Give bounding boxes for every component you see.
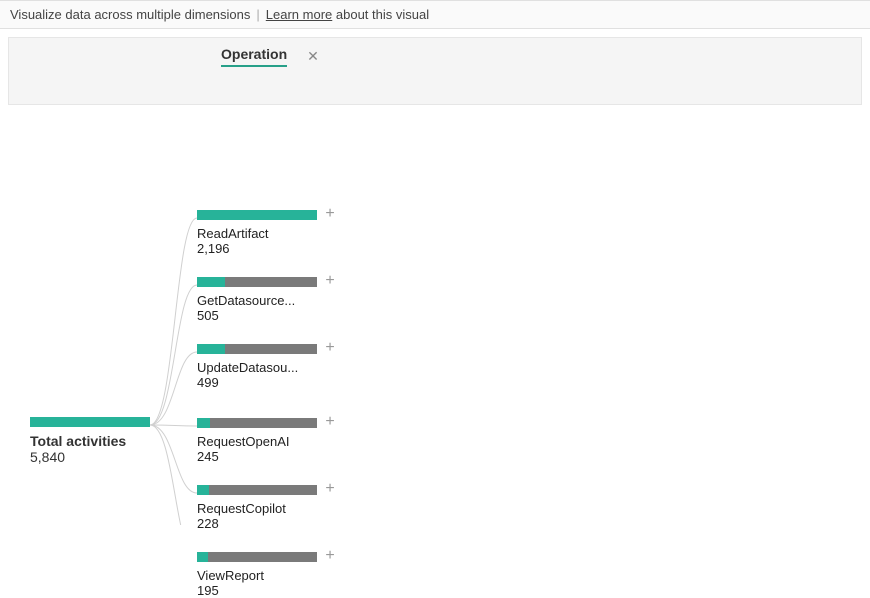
node-value: 2,196: [197, 241, 357, 256]
node-readartifact[interactable]: + ReadArtifact 2,196: [197, 210, 357, 256]
node-label: RequestOpenAI: [197, 434, 327, 449]
node-label: UpdateDatasou...: [197, 360, 327, 375]
root-value: 5,840: [30, 449, 150, 465]
node-bar: +: [197, 344, 317, 354]
dimension-title[interactable]: Operation: [221, 46, 287, 67]
node-bar: +: [197, 418, 317, 428]
node-value: 195: [197, 583, 357, 598]
node-label: RequestCopilot: [197, 501, 327, 516]
node-bar-fill: [197, 418, 210, 428]
node-bar: +: [197, 552, 317, 562]
dimension-header: Operation ✕: [221, 46, 319, 67]
node-label: ReadArtifact: [197, 226, 327, 241]
node-viewreport[interactable]: + ViewReport 195: [197, 552, 357, 598]
node-bar-fill: [197, 277, 225, 287]
toolbar-trail-text: about this visual: [332, 7, 429, 22]
node-bar-fill: [197, 552, 208, 562]
expand-icon[interactable]: +: [323, 341, 337, 355]
node-label: ViewReport: [197, 568, 327, 583]
node-value: 505: [197, 308, 357, 323]
learn-more-link[interactable]: Learn more: [266, 7, 332, 22]
node-bar: +: [197, 485, 317, 495]
root-label: Total activities: [30, 433, 150, 449]
info-toolbar: Visualize data across multiple dimension…: [0, 0, 870, 29]
expand-icon[interactable]: +: [323, 274, 337, 288]
expand-icon[interactable]: +: [323, 207, 337, 221]
node-bar-fill: [197, 485, 209, 495]
close-icon[interactable]: ✕: [307, 48, 319, 65]
node-updatedatasource[interactable]: + UpdateDatasou... 499: [197, 344, 357, 390]
toolbar-lead-text: Visualize data across multiple dimension…: [10, 7, 250, 22]
node-bar-fill: [197, 210, 317, 220]
expand-icon[interactable]: +: [323, 549, 337, 563]
node-value: 245: [197, 449, 357, 464]
decomposition-tree: Total activities 5,840 + ReadArtifact 2,…: [0, 105, 870, 525]
node-value: 499: [197, 375, 357, 390]
node-label: GetDatasource...: [197, 293, 327, 308]
root-node[interactable]: Total activities 5,840: [30, 417, 150, 465]
node-requestopenai[interactable]: + RequestOpenAI 245: [197, 418, 357, 464]
toolbar-learn-more: Learn more about this visual: [266, 7, 429, 22]
toolbar-divider: |: [256, 7, 259, 22]
dimension-header-band: Operation ✕: [8, 37, 862, 105]
node-bar: +: [197, 277, 317, 287]
node-bar-fill: [197, 344, 225, 354]
node-getdatasource[interactable]: + GetDatasource... 505: [197, 277, 357, 323]
node-bar: +: [197, 210, 317, 220]
node-requestcopilot[interactable]: + RequestCopilot 228: [197, 485, 357, 531]
root-bar: [30, 417, 150, 427]
expand-icon[interactable]: +: [323, 482, 337, 496]
expand-icon[interactable]: +: [323, 415, 337, 429]
